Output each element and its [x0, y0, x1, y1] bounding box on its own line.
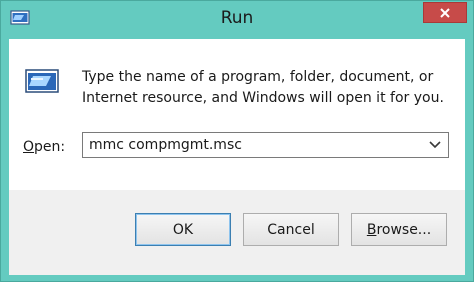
close-icon — [440, 7, 450, 18]
title-bar[interactable]: Run — [1, 1, 473, 39]
open-label-hotkey: O — [23, 139, 35, 155]
dialog-body: Type the name of a program, folder, docu… — [9, 39, 465, 190]
browse-label-rest: rowse... — [376, 221, 432, 238]
open-input[interactable] — [83, 133, 423, 157]
close-button[interactable] — [423, 2, 467, 23]
run-dialog-window: Run Type the name of a program, folder, … — [0, 0, 474, 282]
ok-button[interactable]: OK — [135, 213, 231, 246]
cancel-button[interactable]: Cancel — [243, 213, 339, 246]
open-label-rest: pen: — [34, 139, 66, 155]
button-bar: OK Cancel Browse... — [9, 190, 465, 275]
run-program-icon — [25, 69, 59, 93]
description-text: Type the name of a program, folder, docu… — [82, 69, 444, 106]
browse-hotkey: B — [366, 221, 377, 238]
open-combobox[interactable] — [82, 132, 449, 158]
chevron-down-icon — [429, 141, 441, 149]
window-title: Run — [220, 8, 254, 28]
browse-button[interactable]: Browse... — [351, 213, 447, 246]
dropdown-button[interactable] — [424, 133, 446, 157]
open-label: Open: — [23, 139, 65, 155]
